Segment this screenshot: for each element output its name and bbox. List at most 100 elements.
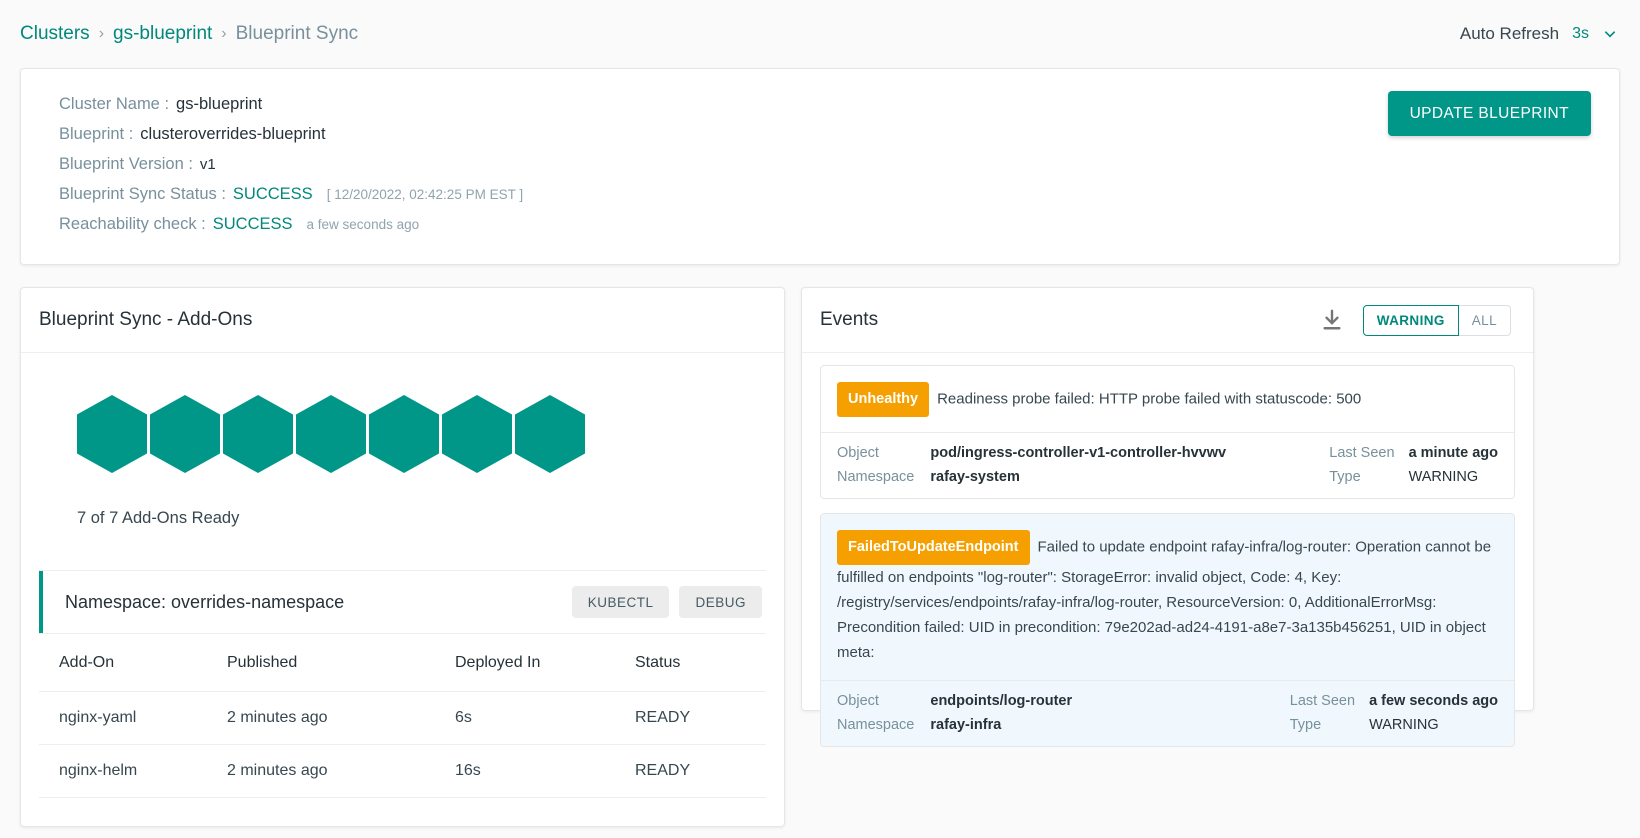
info-label: Blueprint Version : xyxy=(59,155,193,173)
last-seen-label: Last Seen xyxy=(1329,445,1395,461)
column-header-status: Status xyxy=(635,633,766,692)
addons-column: Blueprint Sync - Add-Ons 7 of 7 Add-Ons … xyxy=(20,287,785,827)
addons-title: Blueprint Sync - Add-Ons xyxy=(39,309,253,330)
object-value: pod/ingress-controller-v1-controller-hvv… xyxy=(930,445,1227,461)
events-card: Events WARNING ALL Unhealthy Readiness p… xyxy=(801,287,1534,747)
events-header-actions: WARNING ALL xyxy=(1321,304,1511,336)
event-reason-badge: FailedToUpdateEndpoint xyxy=(837,530,1030,565)
auto-refresh-control[interactable]: Auto Refresh 3s xyxy=(1460,24,1618,44)
addons-table-header-row: Add-On Published Deployed In Status xyxy=(39,633,766,692)
addon-hex-7 xyxy=(515,395,585,473)
addon-hex-4 xyxy=(296,395,366,473)
events-title: Events xyxy=(820,309,879,330)
object-value: endpoints/log-router xyxy=(930,693,1073,709)
addons-table: Add-On Published Deployed In Status ngin… xyxy=(39,633,766,798)
event-reason-badge: Unhealthy xyxy=(837,382,930,417)
sync-status-timestamp: [ 12/20/2022, 02:42:25 PM EST ] xyxy=(326,187,524,202)
addon-hex-1 xyxy=(77,395,147,473)
type-value: WARNING xyxy=(1408,469,1479,485)
event-details-left: Object endpoints/log-router Namespace ra… xyxy=(837,693,1072,733)
namespace-label: Namespace xyxy=(837,469,915,485)
info-value: clusteroverrides-blueprint xyxy=(140,125,326,143)
type-label: Type xyxy=(1289,717,1322,733)
last-seen-value: a minute ago xyxy=(1408,445,1498,461)
auto-refresh-label: Auto Refresh xyxy=(1459,24,1560,43)
last-seen-value: a few seconds ago xyxy=(1369,693,1498,709)
column-header-published: Published xyxy=(227,633,455,692)
cell-addon-name: nginx-helm xyxy=(39,744,227,798)
reachability-timestamp: a few seconds ago xyxy=(306,217,420,232)
info-label: Blueprint : xyxy=(59,125,134,143)
event-message-row: FailedToUpdateEndpoint Failed to update e… xyxy=(821,514,1514,680)
addon-hex-5 xyxy=(369,395,439,473)
events-list: Unhealthy Readiness probe failed: HTTP pr… xyxy=(802,353,1533,747)
addons-hex-indicator xyxy=(21,353,784,473)
top-bar: Clusters › gs-blueprint › Blueprint Sync… xyxy=(0,0,1640,68)
namespace-value: rafay-infra xyxy=(930,717,1002,733)
cell-published: 2 minutes ago xyxy=(227,744,455,798)
table-row[interactable]: nginx-helm 2 minutes ago 16s READY xyxy=(39,744,766,798)
update-blueprint-button[interactable]: UPDATE BLUEPRINT xyxy=(1387,91,1591,136)
sync-status-value: SUCCESS xyxy=(232,185,313,203)
event-details-left: Object pod/ingress-controller-v1-control… xyxy=(837,445,1226,485)
kubectl-button[interactable]: KUBECTL xyxy=(571,586,670,618)
info-row-blueprint: Blueprint : clusteroverrides-blueprint xyxy=(59,125,1619,144)
filter-all-button[interactable]: ALL xyxy=(1458,304,1511,336)
namespace-label: Namespace xyxy=(837,717,915,733)
debug-button[interactable]: DEBUG xyxy=(679,586,762,618)
event-details: Object endpoints/log-router Namespace ra… xyxy=(821,680,1514,746)
type-value: WARNING xyxy=(1369,717,1439,733)
breadcrumb-separator-2: › xyxy=(221,25,227,42)
event-item[interactable]: Unhealthy Readiness probe failed: HTTP pr… xyxy=(820,365,1515,499)
info-row-reachability: Reachability check : SUCCESS a few secon… xyxy=(59,215,1619,234)
cell-status: READY xyxy=(635,691,766,745)
info-value: v1 xyxy=(199,156,216,173)
cell-deployed-in: 16s xyxy=(455,744,635,798)
column-header-deployed-in: Deployed In xyxy=(455,633,635,692)
cell-status: READY xyxy=(635,744,766,798)
cell-published: 2 minutes ago xyxy=(227,691,455,745)
cell-addon-name: nginx-yaml xyxy=(39,691,227,745)
table-row[interactable]: nginx-yaml 2 minutes ago 6s READY xyxy=(39,691,766,745)
event-item[interactable]: FailedToUpdateEndpoint Failed to update e… xyxy=(820,513,1515,747)
event-message-row: Unhealthy Readiness probe failed: HTTP pr… xyxy=(821,366,1514,432)
info-label: Cluster Name : xyxy=(59,95,170,113)
namespace-block: Namespace: overrides-namespace KUBECTL D… xyxy=(39,570,766,633)
info-label: Reachability check : xyxy=(59,215,206,233)
breadcrumb-clusters-link[interactable]: Clusters xyxy=(20,23,90,45)
download-icon[interactable] xyxy=(1321,308,1343,332)
cell-deployed-in: 6s xyxy=(455,691,635,745)
type-label: Type xyxy=(1329,469,1361,485)
addons-ready-text: 7 of 7 Add-Ons Ready xyxy=(77,509,240,527)
object-label: Object xyxy=(837,693,879,709)
breadcrumb-current: Blueprint Sync xyxy=(235,23,359,44)
breadcrumb-cluster-link[interactable]: gs-blueprint xyxy=(113,23,212,45)
addons-card-header: Blueprint Sync - Add-Ons xyxy=(21,288,784,353)
info-value: gs-blueprint xyxy=(176,95,263,113)
event-details-right: Last Seen a few seconds ago Type WARNING xyxy=(1290,693,1498,733)
events-filter-group: WARNING ALL xyxy=(1362,304,1511,336)
cluster-info-card: Cluster Name : gs-blueprint Blueprint : … xyxy=(20,68,1620,265)
event-message: Readiness probe failed: HTTP probe faile… xyxy=(937,390,1362,408)
auto-refresh-value: 3s xyxy=(1572,25,1589,42)
namespace-actions: KUBECTL DEBUG xyxy=(571,586,762,618)
namespace-title: Namespace: overrides-namespace xyxy=(65,591,345,612)
info-row-cluster-name: Cluster Name : gs-blueprint xyxy=(59,95,1619,114)
events-card-header: Events WARNING ALL xyxy=(802,288,1533,353)
chevron-down-icon[interactable] xyxy=(1602,26,1618,42)
events-column: Events WARNING ALL Unhealthy Readiness p… xyxy=(801,287,1534,827)
column-header-addon: Add-On xyxy=(39,633,227,692)
object-label: Object xyxy=(837,445,879,461)
info-label: Blueprint Sync Status : xyxy=(59,185,226,203)
namespace-value: rafay-system xyxy=(930,469,1020,485)
info-row-sync-status: Blueprint Sync Status : SUCCESS [ 12/20/… xyxy=(59,185,1619,204)
breadcrumb-separator-1: › xyxy=(98,25,105,42)
breadcrumb: Clusters › gs-blueprint › Blueprint Sync xyxy=(20,23,358,45)
event-details-right: Last Seen a minute ago Type WARNING xyxy=(1329,445,1498,485)
info-row-blueprint-version: Blueprint Version : v1 xyxy=(59,155,1619,174)
addon-hex-2 xyxy=(150,395,220,473)
addon-hex-3 xyxy=(223,395,293,473)
event-details: Object pod/ingress-controller-v1-control… xyxy=(821,432,1514,498)
blueprint-sync-page: Clusters › gs-blueprint › Blueprint Sync… xyxy=(0,0,1640,838)
filter-warning-button[interactable]: WARNING xyxy=(1362,304,1459,336)
